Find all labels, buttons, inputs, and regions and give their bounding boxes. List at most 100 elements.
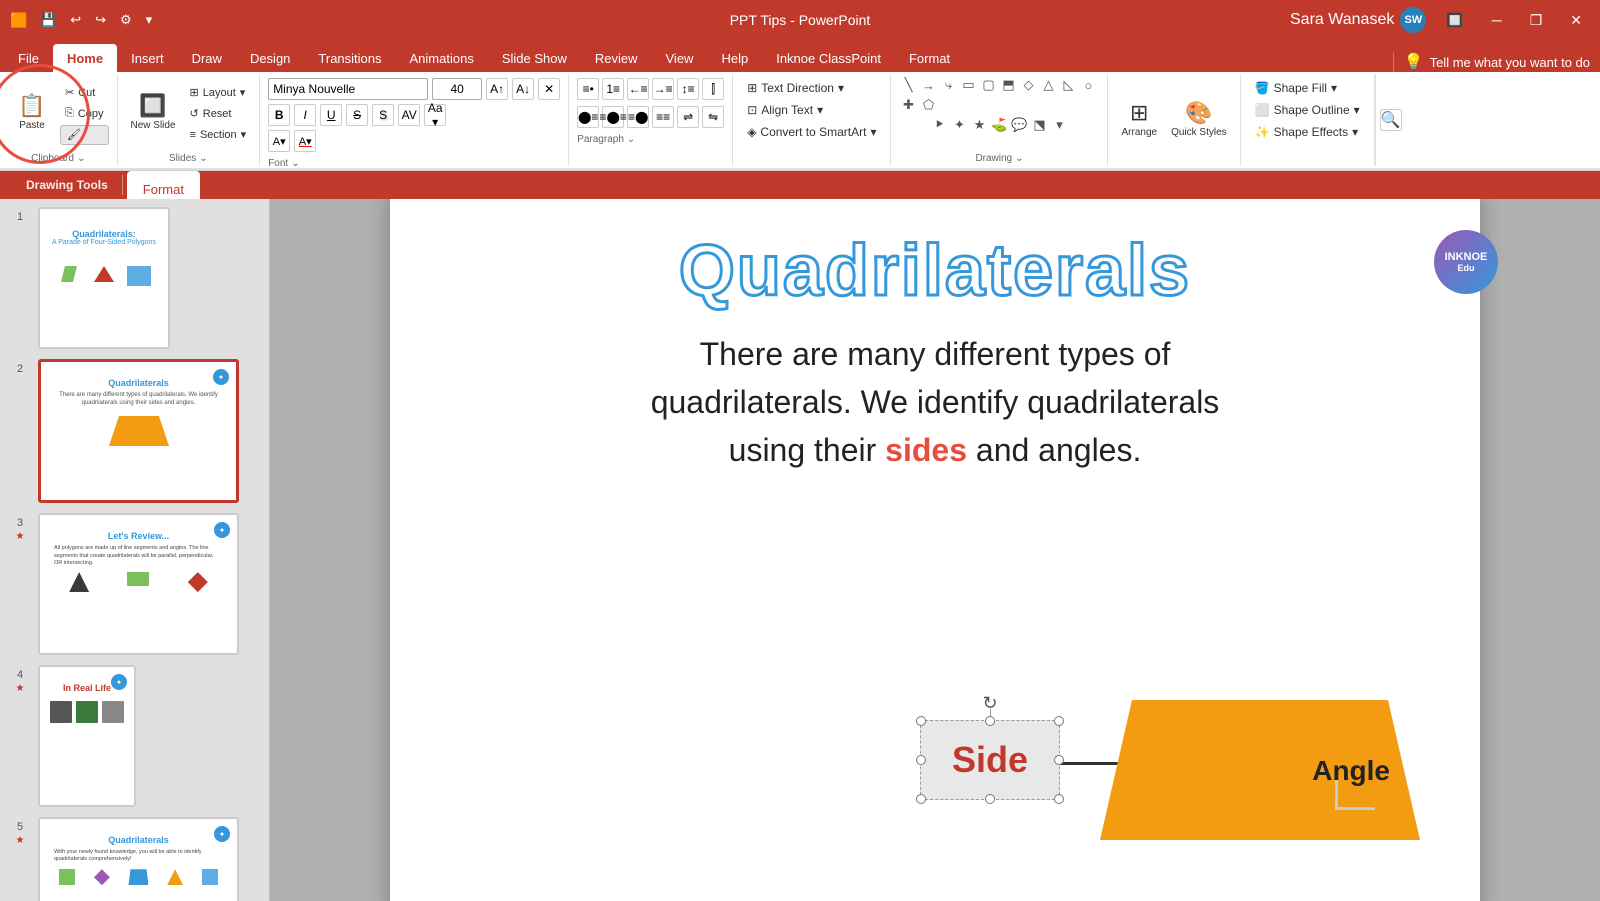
tab-review[interactable]: Review — [581, 44, 652, 72]
shape-connector[interactable]: ⤷ — [939, 76, 957, 94]
clipboard-expand-icon[interactable]: ⌄ — [77, 153, 85, 164]
slide-thumb-5[interactable]: ● Quadrilaterals With your newly found k… — [38, 817, 239, 901]
layout-button[interactable]: ⊞ Layout ▾ — [185, 83, 252, 103]
font-family-input[interactable] — [268, 78, 428, 100]
customize-button[interactable]: ⚙ — [116, 10, 136, 30]
decrease-font-button[interactable]: A↓ — [512, 78, 534, 100]
strikethrough-button[interactable]: S — [346, 104, 368, 126]
slide-thumb-1[interactable]: Quadrilaterals: A Parade of Four-Sided P… — [38, 207, 170, 349]
inknoe-float-badge[interactable]: INKNOE Edu — [1434, 230, 1498, 294]
find-button[interactable]: 🔍 — [1380, 109, 1402, 131]
slide-thumb-3[interactable]: ● Let's Review... All polygons are made … — [38, 513, 239, 655]
columns-button[interactable]: ⫿ — [702, 78, 724, 100]
para-expand-icon[interactable]: ⌄ — [627, 134, 635, 145]
shape-plus[interactable]: ✚ — [899, 96, 917, 114]
more-button[interactable]: ▾ — [142, 10, 157, 30]
increase-indent-button[interactable]: →≡ — [652, 78, 674, 100]
shape-arrow-line[interactable]: → — [919, 76, 937, 94]
shape-effects-button[interactable]: ✨ Shape Effects ▾ — [1249, 122, 1366, 142]
drawing-expand-icon[interactable]: ⌄ — [1015, 153, 1023, 164]
highlight-color-button[interactable]: A▾ — [268, 130, 290, 152]
arrange-button[interactable]: ⊞ Arrange — [1116, 88, 1162, 152]
tab-draw[interactable]: Draw — [178, 44, 236, 72]
line-spacing-button[interactable]: ↕≡ — [677, 78, 699, 100]
side-textbox-selected[interactable]: ↻ Side — [920, 720, 1060, 800]
bold-button[interactable]: B — [268, 104, 290, 126]
shape-more[interactable]: ▾ — [1050, 116, 1068, 134]
tab-transitions[interactable]: Transitions — [304, 44, 395, 72]
handle-bc[interactable] — [985, 794, 995, 804]
shadow-button[interactable]: S — [372, 104, 394, 126]
save-button[interactable]: 💾 — [36, 10, 60, 30]
copy-button[interactable]: ⎘ Copy — [60, 104, 109, 124]
rotate-handle[interactable]: ↻ — [982, 693, 997, 714]
handle-tl[interactable] — [916, 716, 926, 726]
align-right-button[interactable]: ≡⬤ — [627, 106, 649, 128]
shape-rect[interactable]: ▭ — [959, 76, 977, 94]
format-painter-button[interactable]: 🖌 — [60, 125, 109, 145]
shape-snip-rect[interactable]: ⬒ — [999, 76, 1017, 94]
shape-chevron[interactable]: ⯈ — [930, 116, 948, 134]
undo-button[interactable]: ↩ — [66, 10, 85, 30]
handle-tc[interactable] — [985, 716, 995, 726]
clear-formatting-button[interactable]: ✕ — [538, 78, 560, 100]
reset-button[interactable]: ↺ Reset — [185, 104, 252, 124]
underline-button[interactable]: U — [320, 104, 342, 126]
align-left-button[interactable]: ⬤≡ — [577, 106, 599, 128]
shape-rtriangle[interactable]: ◺ — [1059, 76, 1077, 94]
italic-button[interactable]: I — [294, 104, 316, 126]
tab-insert[interactable]: Insert — [117, 44, 178, 72]
shape-star4[interactable]: ✦ — [950, 116, 968, 134]
redo-button[interactable]: ↪ — [91, 10, 110, 30]
shape-triangle[interactable]: △ — [1039, 76, 1057, 94]
tab-home[interactable]: Home — [53, 44, 117, 72]
handle-br[interactable] — [1054, 794, 1064, 804]
new-slide-button[interactable]: 🔲 New Slide — [126, 82, 181, 146]
slides-expand-icon[interactable]: ⌄ — [199, 153, 207, 164]
numbering-button[interactable]: 1≡ — [602, 78, 624, 100]
restore-button[interactable]: ❐ — [1522, 0, 1551, 40]
handle-mr[interactable] — [1054, 755, 1064, 765]
bullets-button[interactable]: ≡• — [577, 78, 599, 100]
quick-styles-button[interactable]: 🎨 Quick Styles — [1166, 88, 1232, 152]
tab-view[interactable]: View — [652, 44, 708, 72]
increase-font-button[interactable]: A↑ — [486, 78, 508, 100]
tab-design[interactable]: Design — [236, 44, 304, 72]
paste-button[interactable]: 📋 Paste — [8, 82, 56, 146]
align-center-button[interactable]: ≡⬤≡ — [602, 106, 624, 128]
text-direction-button[interactable]: ⊞ Text Direction ▾ — [741, 78, 882, 98]
shape-pentagon[interactable]: ⬠ — [919, 96, 937, 114]
ltr-button[interactable]: ⇋ — [702, 106, 724, 128]
shape-outline-button[interactable]: ⬜ Shape Outline ▾ — [1249, 100, 1366, 120]
share-button[interactable]: 🔲 — [1438, 0, 1471, 40]
shape-diamond[interactable]: ◇ — [1019, 76, 1037, 94]
shape-banner[interactable]: ⛳ — [990, 116, 1008, 134]
shape-callout[interactable]: 💬 — [1010, 116, 1028, 134]
tab-help[interactable]: Help — [707, 44, 762, 72]
rtl-button[interactable]: ⇌ — [677, 106, 699, 128]
font-expand-icon[interactable]: ⌄ — [291, 158, 299, 169]
tab-slideshow[interactable]: Slide Show — [488, 44, 581, 72]
font-color-button[interactable]: A▾ — [294, 130, 316, 152]
convert-smartart-button[interactable]: ◈ Convert to SmartArt ▾ — [741, 122, 882, 142]
cut-button[interactable]: ✂ Cut — [60, 83, 109, 103]
justify-button[interactable]: ≡≡ — [652, 106, 674, 128]
shape-oval[interactable]: ○ — [1079, 76, 1097, 94]
slide-thumb-2[interactable]: ● Quadrilaterals There are many differen… — [38, 359, 239, 503]
shape-rounded-rect[interactable]: ▢ — [979, 76, 997, 94]
shape-line[interactable]: ╲ — [899, 76, 917, 94]
tab-file[interactable]: File — [4, 44, 53, 72]
tab-format[interactable]: Format — [895, 44, 964, 72]
minimize-button[interactable]: ─ — [1484, 0, 1510, 40]
format-tools-tab[interactable]: Format — [127, 171, 200, 199]
font-size-input[interactable] — [432, 78, 482, 100]
section-button[interactable]: ≡ Section ▾ — [185, 125, 252, 145]
tab-animations[interactable]: Animations — [396, 44, 488, 72]
handle-tr[interactable] — [1054, 716, 1064, 726]
shape-fill-button[interactable]: 🪣 Shape Fill ▾ — [1249, 78, 1366, 98]
shape-star5[interactable]: ★ — [970, 116, 988, 134]
shape-action[interactable]: ⬔ — [1030, 116, 1048, 134]
close-button[interactable]: ✕ — [1562, 0, 1590, 40]
handle-bl[interactable] — [916, 794, 926, 804]
decrease-indent-button[interactable]: ←≡ — [627, 78, 649, 100]
